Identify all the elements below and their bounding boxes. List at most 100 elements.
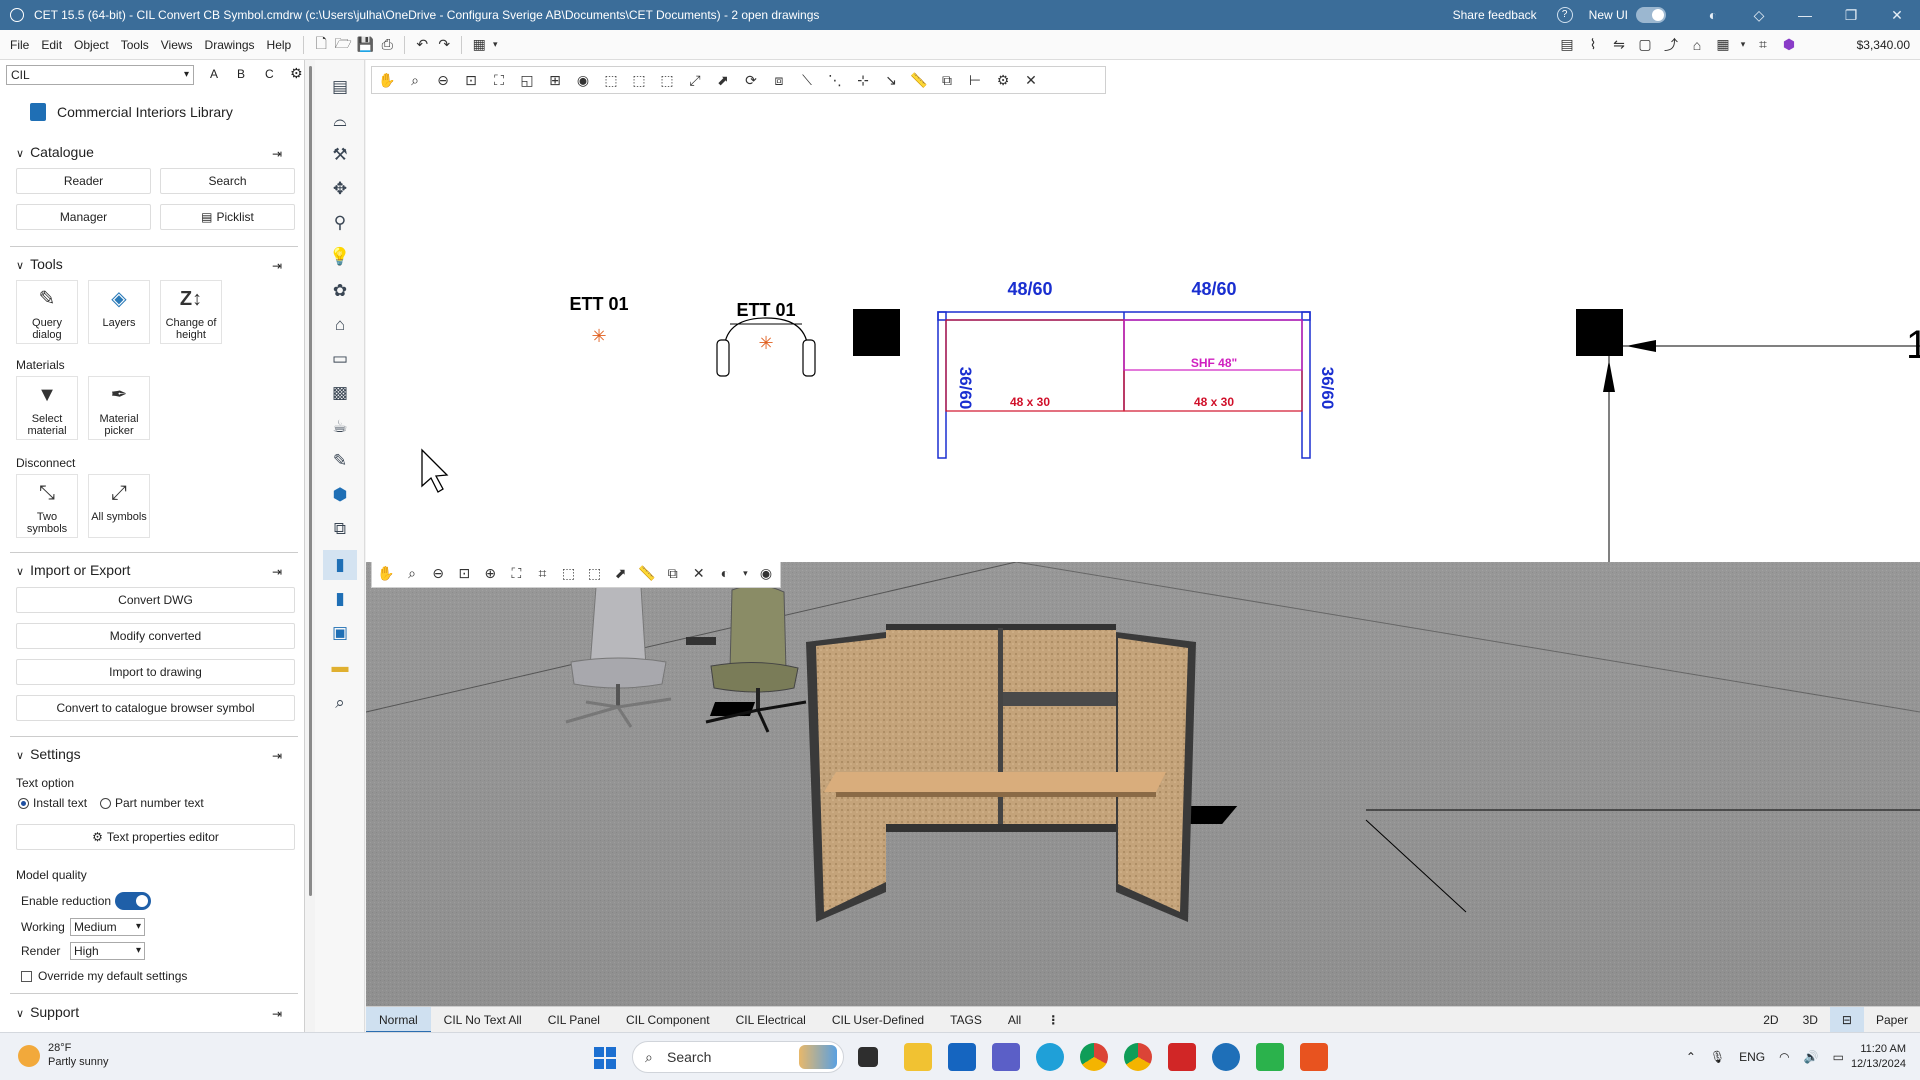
commercial-library-icon[interactable]: ▮: [323, 550, 357, 580]
view-3d-button[interactable]: 3D: [1791, 1007, 1830, 1033]
popout-icon[interactable]: ⇥: [272, 749, 286, 763]
chevron-up-icon[interactable]: ⌃: [1686, 1050, 1696, 1064]
text-properties-editor-button[interactable]: ⚙ Text properties editor: [16, 824, 295, 850]
more-options-icon[interactable]: ⋮: [1034, 1007, 1072, 1033]
cet-icon[interactable]: [1212, 1043, 1240, 1071]
working-quality-select[interactable]: Medium ▾: [70, 918, 145, 936]
gear-icon[interactable]: ⚙: [290, 65, 303, 82]
tag-icon[interactable]: ⌂: [1686, 34, 1708, 56]
maximize-icon[interactable]: ❐: [1828, 7, 1874, 24]
split-view-icon[interactable]: ⊟: [1829, 1006, 1864, 1033]
print-icon[interactable]: ⎙: [376, 34, 398, 56]
redo-icon[interactable]: ↷: [433, 34, 455, 56]
acrobat-icon[interactable]: [1168, 1043, 1196, 1071]
copy-icon[interactable]: ⧉: [663, 562, 683, 584]
section-settings[interactable]: ∨ Settings: [16, 746, 81, 762]
windows-start-icon[interactable]: [594, 1047, 616, 1069]
texture-icon[interactable]: ▩: [329, 382, 351, 404]
view-paper-button[interactable]: Paper: [1864, 1007, 1920, 1033]
file-explorer-icon[interactable]: [904, 1043, 932, 1071]
catalogue-notes-icon[interactable]: ▤: [329, 76, 351, 98]
task-view-icon[interactable]: [858, 1047, 878, 1067]
drawing-2d-view[interactable]: ✋ ⌕ ⊖ ⊡ ⛶ ◱ ⊞ ◉ ⬚ ⬚ ⬚ ⤢ ⬈ ⟳ ⧈ ⟍ ⋱ ⊹ ↘ 📏 …: [366, 60, 1920, 562]
render-mode-icon[interactable]: ◐: [715, 562, 735, 584]
section-import-export[interactable]: ∨ Import or Export: [16, 562, 130, 578]
workstation-plan[interactable]: [937, 311, 1311, 459]
plant-icon[interactable]: ✿: [329, 280, 351, 302]
two-symbols-tool[interactable]: ⤡ Two symbols: [16, 474, 78, 538]
orbit-icon[interactable]: ⊕: [480, 562, 500, 584]
grid-icon[interactable]: ▦: [1712, 34, 1734, 56]
tab-cil-no-text-all[interactable]: CIL No Text All: [431, 1007, 535, 1033]
notification-icon[interactable]: ◇: [1736, 7, 1782, 24]
enable-reduction-switch[interactable]: [115, 892, 151, 910]
stretch-icon[interactable]: ⬈: [611, 562, 631, 584]
folder-icon[interactable]: ▬: [329, 656, 351, 678]
lightbulb-icon[interactable]: 💡: [329, 246, 351, 268]
extension-icon[interactable]: ⬢: [1778, 34, 1800, 56]
new-file-icon[interactable]: 🗋: [310, 34, 332, 56]
layout-icon[interactable]: ▦: [468, 34, 490, 56]
account-icon[interactable]: ◐: [1690, 7, 1736, 23]
connector-icon[interactable]: ⤴: [1660, 34, 1682, 56]
undo-icon[interactable]: ↶: [411, 34, 433, 56]
import-to-drawing-button[interactable]: Import to drawing: [16, 659, 295, 685]
utensils-icon[interactable]: ⚲: [329, 212, 351, 234]
filter-b[interactable]: B: [237, 67, 245, 81]
zoom-extents-icon[interactable]: ⛶: [506, 562, 526, 584]
open-folder-icon[interactable]: 🗁: [332, 34, 354, 56]
save-icon[interactable]: 💾: [354, 34, 376, 56]
share-feedback-link[interactable]: Share feedback: [1453, 8, 1537, 22]
section-support[interactable]: ∨ Support: [16, 1004, 79, 1020]
volume-icon[interactable]: 🔊: [1804, 1050, 1819, 1064]
tab-cil-user-defined[interactable]: CIL User-Defined: [819, 1007, 937, 1033]
close-icon[interactable]: ✕: [1874, 7, 1920, 24]
panel-scrollbar-thumb[interactable]: [309, 66, 312, 896]
new-ui-toggle[interactable]: [1636, 7, 1666, 23]
popout-icon[interactable]: ⇥: [272, 259, 286, 273]
focus-icon[interactable]: ◉: [756, 562, 776, 584]
tools-icon[interactable]: ⚒: [329, 144, 351, 166]
camera-icon[interactable]: ⌗: [532, 562, 552, 584]
section-tools[interactable]: ∨ Tools: [16, 256, 63, 272]
orange-app-icon[interactable]: [1300, 1043, 1328, 1071]
frame-icon[interactable]: ▢: [1634, 34, 1656, 56]
filter-c[interactable]: C: [265, 67, 274, 81]
search-icon[interactable]: ⌕: [329, 692, 351, 714]
black-square-symbol[interactable]: [1576, 309, 1623, 356]
battery-icon[interactable]: ▭: [1833, 1050, 1844, 1064]
menu-drawings[interactable]: Drawings: [199, 38, 261, 52]
clock[interactable]: 11:20 AM 12/13/2024: [1851, 1042, 1906, 1072]
chevron-down-icon[interactable]: ▾: [1738, 34, 1748, 56]
minimize-icon[interactable]: —: [1782, 7, 1828, 23]
library-book-icon[interactable]: ▮: [329, 588, 351, 610]
filter-a[interactable]: A: [210, 67, 218, 81]
language-indicator[interactable]: ENG: [1739, 1050, 1765, 1064]
green-app-icon[interactable]: [1256, 1043, 1284, 1071]
chrome-profile-icon[interactable]: [1124, 1043, 1152, 1071]
reader-button[interactable]: Reader: [16, 168, 151, 194]
part-number-text-radio[interactable]: Part number text: [100, 796, 204, 810]
cup-icon[interactable]: ☕: [329, 416, 351, 438]
help-icon[interactable]: ?: [1556, 7, 1573, 23]
microphone-icon[interactable]: 🎙: [1710, 1050, 1725, 1064]
teams-icon[interactable]: [992, 1043, 1020, 1071]
select-icon[interactable]: ⬚: [558, 562, 578, 584]
chrome-icon[interactable]: [1080, 1043, 1108, 1071]
snap-icon[interactable]: ⌇: [1582, 34, 1604, 56]
zoom-icon[interactable]: ⌕: [402, 562, 422, 584]
all-symbols-tool[interactable]: ⤢ All symbols: [88, 474, 150, 538]
install-text-radio[interactable]: Install text: [18, 796, 87, 810]
menu-file[interactable]: File: [4, 38, 35, 52]
weather-widget[interactable]: 28°F Partly sunny: [18, 1041, 109, 1069]
zoom-window-icon[interactable]: ⊡: [454, 562, 474, 584]
select-material-tool[interactable]: ▼ Select material: [16, 376, 78, 440]
tab-all[interactable]: All: [995, 1007, 1034, 1033]
desk-icon[interactable]: ▭: [329, 348, 351, 370]
catalogue-select[interactable]: CIL ▾: [6, 65, 194, 85]
black-square-symbol[interactable]: [853, 309, 900, 356]
floorplan-icon[interactable]: ⌗: [1752, 34, 1774, 56]
menu-views[interactable]: Views: [155, 38, 199, 52]
material-picker-tool[interactable]: ✒ Material picker: [88, 376, 150, 440]
mirror-icon[interactable]: ⇋: [1608, 34, 1630, 56]
